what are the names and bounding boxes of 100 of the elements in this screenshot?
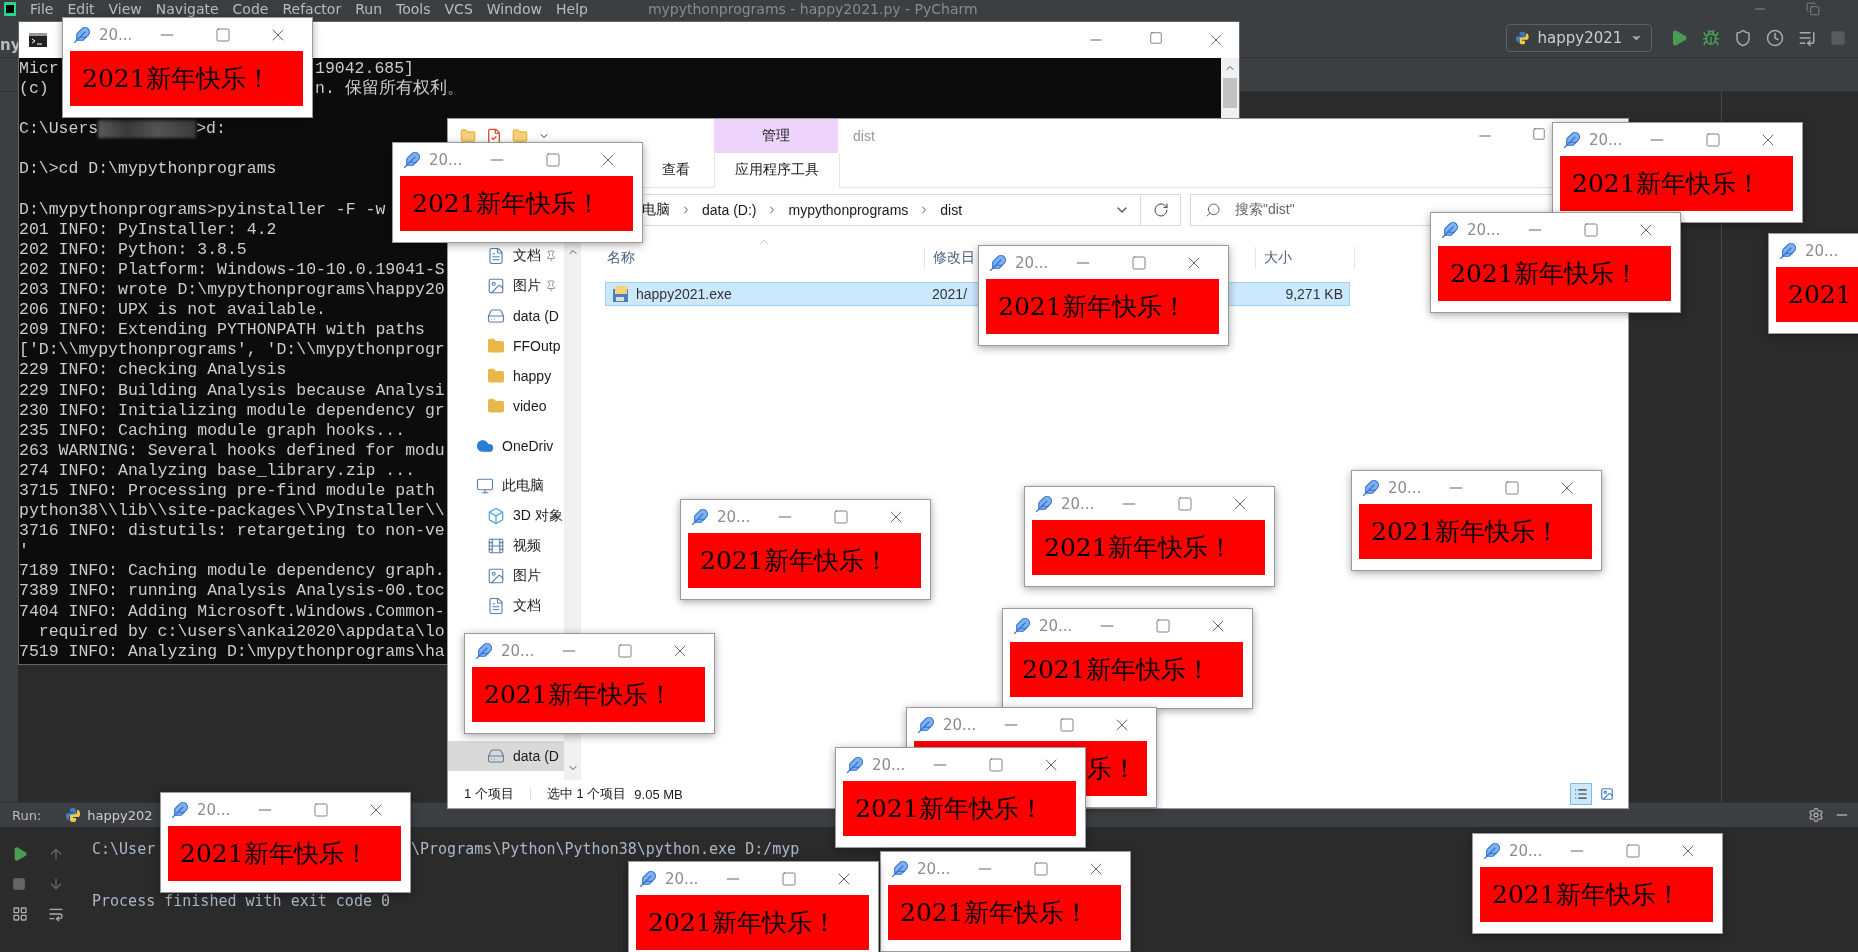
feather-icon	[1779, 241, 1797, 260]
maximize-button[interactable]	[1532, 127, 1546, 141]
checklist-icon[interactable]	[486, 128, 502, 144]
maximize-button[interactable]	[1705, 131, 1721, 148]
nav-item[interactable]: video	[448, 391, 564, 421]
menu-item[interactable]: Help	[556, 1, 588, 17]
document-icon	[487, 597, 505, 615]
window-title: 20...	[717, 507, 752, 526]
pin-icon	[545, 280, 557, 292]
nav-item[interactable]: 文档	[448, 241, 564, 271]
column-header[interactable]: 大小	[1256, 247, 1355, 269]
maximize-button[interactable]	[1149, 31, 1163, 45]
computer-icon	[476, 477, 494, 495]
refresh-button[interactable]	[1141, 194, 1181, 226]
console-text: '	[19, 541, 29, 562]
run-icon[interactable]	[1670, 28, 1688, 47]
shield-icon[interactable]	[1734, 28, 1752, 47]
maximize-button[interactable]	[1504, 479, 1520, 496]
menu-item[interactable]: Run	[355, 1, 383, 17]
maximize-button[interactable]	[1177, 495, 1193, 512]
menu-item[interactable]: VCS	[444, 1, 473, 17]
run-config-dropdown[interactable]: happy2021	[1506, 23, 1652, 52]
folder-icon	[487, 397, 505, 415]
maximize-button[interactable]	[781, 870, 797, 887]
bug-icon[interactable]	[1702, 28, 1720, 47]
menu-item[interactable]: Tools	[396, 1, 431, 17]
restore-button[interactable]	[1806, 2, 1820, 16]
nav-item[interactable]: data (D	[448, 301, 564, 331]
console-text: >d:	[196, 119, 226, 140]
wrap-icon[interactable]	[48, 906, 64, 922]
maximize-button[interactable]	[313, 801, 329, 818]
menu-item[interactable]: File	[30, 1, 54, 17]
maximize-button[interactable]	[1059, 716, 1075, 733]
window-title: 20...	[1805, 241, 1840, 260]
greeting-message: 2021新年快乐！	[888, 885, 1121, 940]
nav-item[interactable]: happy	[448, 361, 564, 391]
console-text: 3715 INFO: Processing pre-find module path	[19, 480, 435, 502]
maximize-button[interactable]	[988, 756, 1004, 773]
console-text: 235 INFO: Caching module graph hooks...	[19, 420, 406, 441]
maximize-button[interactable]	[545, 151, 561, 168]
console-text: 209 INFO: Extending PYTHONPATH with paths	[19, 320, 425, 341]
menu-item[interactable]: View	[108, 1, 142, 17]
menu-item[interactable]: Window	[486, 1, 542, 17]
clock-icon[interactable]	[1766, 28, 1784, 47]
search-icon	[1205, 202, 1221, 218]
menu-item[interactable]: Code	[232, 1, 269, 17]
app-logo-icon	[4, 2, 16, 16]
nav-item[interactable]: data (D	[448, 741, 564, 771]
breadcrumb-item[interactable]: data (D:)	[702, 202, 757, 218]
console-text: 263 WARNING: Several hooks defined for modu	[19, 440, 445, 461]
menu-item[interactable]: Refactor	[282, 1, 342, 17]
greeting-message: 2021新年快乐！	[636, 895, 869, 950]
stop-icon[interactable]	[12, 877, 26, 891]
maximize-button[interactable]	[1583, 221, 1599, 238]
folder-icon[interactable]	[460, 128, 476, 144]
nav-item[interactable]: 视频	[448, 531, 564, 561]
nav-item[interactable]: FFOutp	[448, 331, 564, 361]
ribbon-tab[interactable]: 查看	[662, 153, 714, 187]
layout-icon[interactable]	[12, 906, 28, 922]
greeting-message: 2021新年快乐！	[688, 533, 921, 588]
window-title: 20...	[943, 715, 978, 734]
maximize-button[interactable]	[617, 642, 633, 659]
nav-item[interactable]: OneDriv	[448, 431, 564, 461]
nav-item[interactable]: 图片	[448, 271, 564, 301]
maximize-button[interactable]	[1155, 617, 1171, 634]
maximize-button[interactable]	[215, 26, 231, 43]
breadcrumb-item[interactable]: mypythonprograms	[788, 202, 909, 218]
window-title: 20...	[1509, 841, 1544, 860]
ribbon-tab[interactable]: 应用程序工具	[714, 153, 840, 188]
maximize-button[interactable]	[1625, 842, 1641, 859]
nav-item[interactable]: 图片	[448, 561, 564, 591]
window-title: 20...	[197, 800, 232, 819]
maximize-button[interactable]	[1131, 254, 1147, 271]
console-text: (c)	[19, 79, 49, 100]
maximize-button[interactable]	[833, 508, 849, 525]
menu-item[interactable]: Navigate	[155, 1, 219, 17]
settings-icon[interactable]	[1808, 807, 1824, 823]
console-text: D:\>cd D:\mypythonprograms	[19, 159, 277, 180]
breadcrumb-item[interactable]: dist	[940, 202, 963, 218]
scroll-thumb[interactable]	[1223, 78, 1237, 108]
nav-item[interactable]: 文档	[448, 591, 564, 621]
refresh-icon[interactable]	[1152, 202, 1169, 218]
nav-item[interactable]: 此电脑	[448, 471, 564, 501]
run-icon[interactable]	[12, 846, 28, 862]
run-tab[interactable]: happy202	[65, 807, 153, 823]
console-text: 7189 INFO: Caching module dependency graph.	[19, 561, 445, 582]
console-text: 203 INFO: wrote D:\mypythonprograms\happy20	[19, 280, 445, 301]
breadcrumb-item[interactable]: 电脑	[642, 201, 670, 219]
menu-item[interactable]: Edit	[67, 1, 95, 17]
window-title: 20...	[1039, 616, 1074, 635]
console-text: required by c:\users\ankai2020\appdata\lo	[37, 621, 445, 642]
context-tab[interactable]: 管理	[714, 119, 838, 153]
nav-item[interactable]: 3D 对象	[448, 501, 564, 531]
cloud-icon	[476, 437, 494, 455]
console-text: 274 INFO: Analyzing base_library.zip ...	[19, 460, 416, 481]
folder-icon	[487, 367, 505, 385]
folder-icon[interactable]	[512, 128, 528, 144]
file-name: happy2021.exe	[606, 285, 926, 303]
maximize-button[interactable]	[1033, 860, 1049, 877]
stop-icon[interactable]	[1830, 29, 1846, 46]
